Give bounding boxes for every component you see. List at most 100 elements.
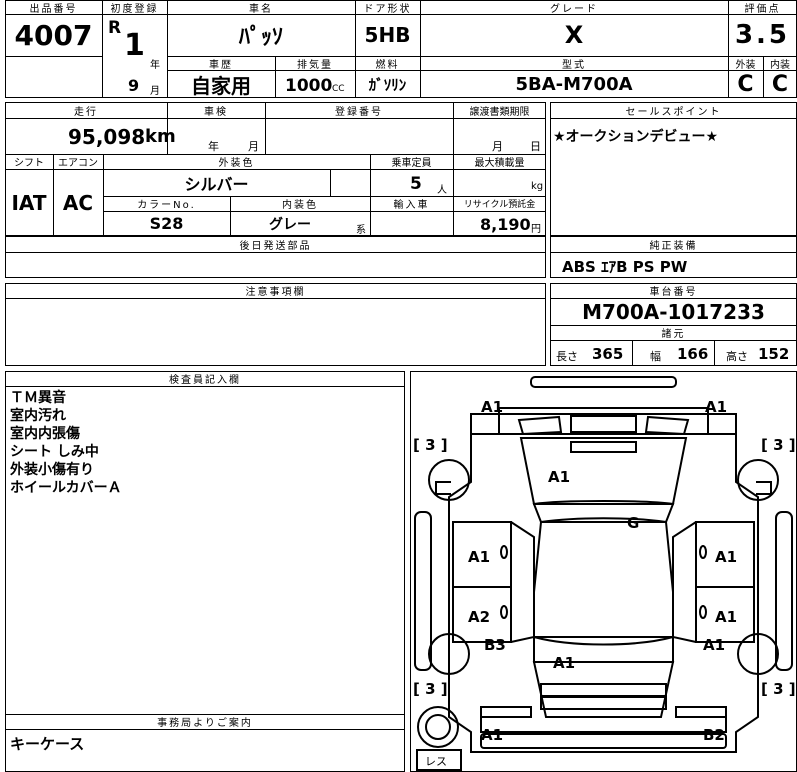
reg-year: 1	[124, 28, 145, 63]
grade: X	[564, 21, 584, 49]
mileage-unit: km	[145, 126, 176, 147]
displacement-header: 排気量	[297, 59, 333, 71]
mark-left-front-door: A1	[468, 548, 490, 566]
inspector-note: 外装小傷有り	[10, 462, 94, 478]
max-load-header: 最大積載量	[474, 158, 525, 169]
exterior-header: 外装	[735, 59, 756, 71]
model-header: 型式	[562, 59, 586, 71]
car-name-header: 車名	[249, 3, 273, 15]
bracket-rear-left: [ 3 ]	[413, 680, 448, 698]
month-unit: 月	[150, 86, 160, 97]
car-diagram-block: [ 3 ] [ 3 ] [ 3 ] [ 3 ] A1 A1 A1 G A1 A1…	[410, 371, 797, 772]
reg-month: 9	[128, 76, 140, 95]
door-header: ドア形状	[363, 3, 412, 15]
reg-no-header: 登録番号	[335, 106, 383, 118]
inspection-year-unit: 年	[208, 140, 219, 153]
history: 自家用	[191, 73, 251, 98]
office-notes: キーケース	[10, 735, 85, 753]
height-label: 高さ	[726, 350, 748, 363]
inspector-note: ＴＭ異音	[10, 390, 66, 406]
int-color-header: 内装色	[282, 200, 318, 211]
mark-rear-right: B2	[703, 726, 725, 744]
chassis-number: M700A-1017233	[582, 299, 765, 324]
lot-header: 出品番号	[29, 3, 78, 15]
int-color-unit: 系	[356, 225, 366, 236]
history-header: 車歴	[209, 59, 233, 71]
mileage: 95,098	[68, 125, 146, 149]
inspector-note: 室内汚れ	[10, 408, 66, 424]
capacity-header: 乗車定員	[391, 158, 432, 169]
car-diagram: [ 3 ] [ 3 ] [ 3 ] [ 3 ] A1 A1 A1 G A1 A1…	[413, 376, 796, 771]
recycle-header: リサイクル預託金	[463, 200, 536, 210]
inspection-month-unit: 月	[248, 140, 259, 153]
interior-grade: C	[771, 71, 789, 97]
office-header: 事務局よりご案内	[157, 718, 253, 729]
door-type: 5HB	[364, 23, 411, 47]
fuel: ｶﾞｿﾘﾝ	[368, 75, 407, 94]
mark-front-left: A1	[481, 398, 503, 416]
shift-header: シフト	[14, 158, 44, 169]
later-parts-header: 後日発送部品	[239, 240, 312, 252]
import-header: 輸入車	[393, 200, 430, 211]
displacement-unit: CC	[332, 84, 345, 94]
mark-right-rear-door: A1	[715, 608, 737, 626]
inspection-header: 車検	[204, 106, 228, 118]
transfer-header: 譲渡書類期限	[469, 106, 530, 118]
color-no-header: カラーNo.	[137, 200, 196, 211]
sales-point: ★オークションデビュー★	[553, 129, 719, 145]
notice-header: 注意事項欄	[245, 287, 306, 298]
displacement: 1000	[285, 76, 333, 96]
bracket-front-left: [ 3 ]	[413, 436, 448, 454]
shift: IAT	[11, 190, 47, 215]
dims-header: 諸元	[661, 329, 686, 340]
model-code: 5BA-M700A	[515, 73, 633, 95]
chassis-header: 車台番号	[649, 287, 698, 298]
bracket-rear-right: [ 3 ]	[761, 680, 796, 698]
equipment: ABS ｴｱB PS PW	[562, 258, 688, 276]
transfer-month-unit: 月	[492, 140, 503, 153]
max-load-unit: kg	[531, 181, 544, 192]
length-label: 長さ	[556, 350, 578, 363]
inspector-note: ホイールカバーＡ	[10, 480, 122, 496]
mark-windshield: G	[627, 514, 639, 532]
recycle: 8,190	[480, 215, 531, 234]
inspector-header: 検査員記入欄	[169, 375, 241, 386]
interior-header: 内装	[770, 59, 790, 71]
grade-header: グレード	[550, 3, 598, 15]
mark-right-front-door: A1	[715, 548, 737, 566]
equipment-header: 純正装備	[649, 240, 698, 252]
mark-front-right: A1	[705, 398, 727, 416]
aircon-header: エアコン	[58, 158, 98, 169]
spare-label: レス	[425, 755, 447, 768]
ext-color: シルバー	[184, 174, 249, 194]
mark-left-rear-door: A2	[468, 608, 490, 626]
score: 3.5	[734, 20, 791, 50]
exterior-grade: C	[737, 71, 754, 97]
score-header: 評価点	[744, 3, 781, 15]
lot-number: 4007	[14, 18, 93, 52]
mark-hood: A1	[548, 468, 570, 486]
inspector-note: シート しみ中	[10, 444, 99, 460]
capacity: 5	[410, 174, 422, 194]
width-label: 幅	[650, 350, 661, 363]
fuel-header: 燃料	[375, 59, 400, 71]
int-color: グレー	[269, 216, 311, 233]
recycle-unit: 円	[531, 224, 541, 235]
color-no: S28	[149, 214, 184, 233]
aircon: AC	[62, 190, 94, 215]
mark-left-rear-wheel: B3	[484, 636, 506, 654]
mark-right-rear-fender: A1	[703, 636, 725, 654]
sales-point-header: セールスポイント	[625, 106, 722, 118]
mileage-header: 走行	[74, 106, 98, 118]
era: R	[108, 18, 122, 38]
width-value: 166	[677, 345, 709, 363]
year-unit: 年	[150, 60, 160, 71]
length-value: 365	[592, 345, 624, 363]
inspector-notes: ＴＭ異音 室内汚れ 室内内張傷 シート しみ中 外装小傷有り ホイールカバーＡ	[10, 389, 122, 497]
ext-color-header: 外装色	[218, 158, 255, 169]
first-reg-header: 初度登録	[110, 3, 159, 15]
bracket-front-right: [ 3 ]	[761, 436, 796, 454]
mark-rear-left: A1	[481, 726, 503, 744]
sales-point-block	[550, 102, 797, 236]
transfer-day-unit: 日	[530, 140, 541, 153]
